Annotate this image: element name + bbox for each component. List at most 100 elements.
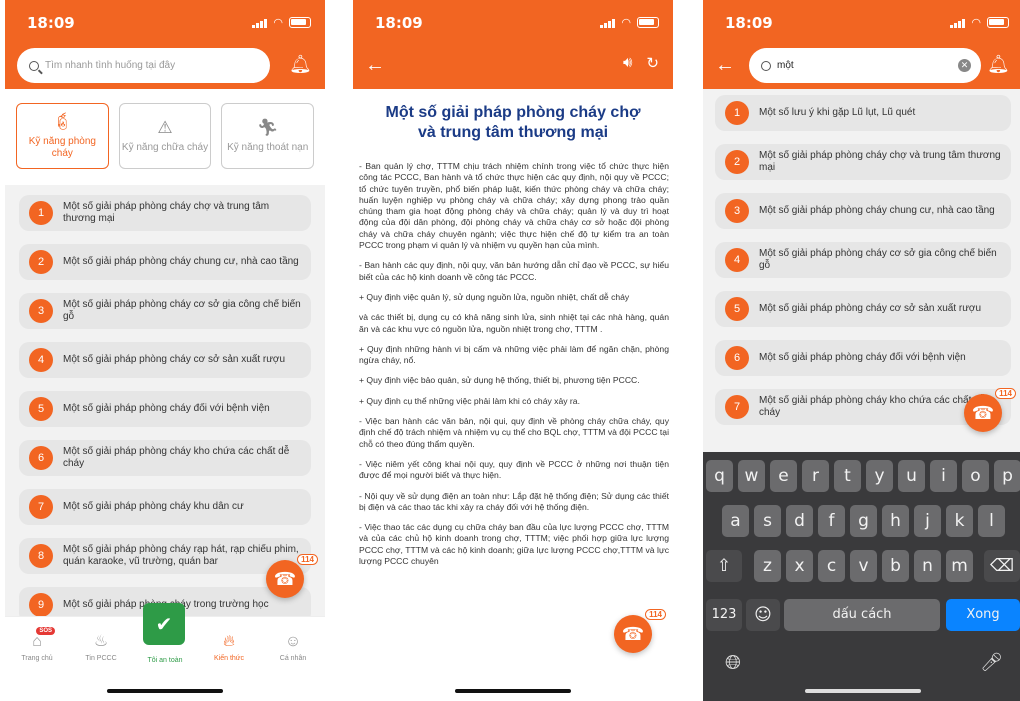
refresh-icon[interactable]: ↻ bbox=[646, 54, 659, 72]
skill-label: Kỹ năng chữa cháy bbox=[121, 141, 209, 153]
key[interactable]: k bbox=[946, 505, 973, 537]
list-item[interactable]: 1 Một số lưu ý khi gặp Lũ lụt, Lũ quét bbox=[715, 95, 1011, 131]
skill-label: Kỹ năng thoát nạn bbox=[227, 141, 309, 153]
key[interactable]: d bbox=[786, 505, 813, 537]
list-item[interactable]: 7 Một số giải pháp phòng cháy khu dân cư bbox=[19, 489, 311, 525]
search-placeholder: Tìm nhanh tình huống tại đây bbox=[45, 60, 176, 71]
status-icons: ◠ bbox=[252, 16, 311, 29]
list-item[interactable]: 2 Một số giải pháp phòng cháy chung cư, n… bbox=[19, 244, 311, 280]
running-person-icon: 🏃︎ bbox=[256, 117, 279, 137]
list-item[interactable]: 8 Một số giải pháp phòng cháy rạp hát, rạ… bbox=[19, 538, 311, 574]
status-time: 18:09 bbox=[27, 14, 75, 32]
list-item[interactable]: 3 Một số giải pháp phòng cháy chung cư, n… bbox=[715, 193, 1011, 229]
key[interactable]: e bbox=[770, 460, 797, 492]
back-arrow-icon[interactable]: ← bbox=[715, 52, 735, 78]
article-paragraph: và các thiết bị, dụng cụ có khả năng sin… bbox=[359, 312, 669, 334]
speaker-icon[interactable]: 🔊︎ bbox=[623, 54, 632, 72]
list-item[interactable]: 1 Một số giải pháp phòng cháy chợ và trun… bbox=[19, 195, 311, 231]
signal-icon bbox=[950, 18, 966, 28]
emergency-call-button[interactable]: ☎ 114 bbox=[614, 609, 666, 653]
item-text: Một số giải pháp phòng cháy đối với bệnh… bbox=[759, 352, 966, 363]
tab-safe[interactable]: Tôi an toàn bbox=[135, 657, 195, 664]
tab-news[interactable]: ♨ Tin PCCC bbox=[71, 631, 131, 662]
emergency-call-button[interactable]: ☎ 114 bbox=[266, 554, 318, 598]
list-item[interactable]: 5 Một số giải pháp phòng cháy đối với bện… bbox=[19, 391, 311, 427]
key[interactable]: s bbox=[754, 505, 781, 537]
skill-firefighting[interactable]: ⚠ Kỹ năng chữa cháy bbox=[118, 103, 212, 169]
list-item[interactable]: 4 Một số giải pháp phòng cháy cơ sở sản x… bbox=[19, 342, 311, 378]
search-input[interactable]: Tìm nhanh tình huống tại đây bbox=[17, 48, 270, 83]
search-results: 1 Một số lưu ý khi gặp Lũ lụt, Lũ quét 2M… bbox=[703, 89, 1020, 425]
item-number: 7 bbox=[29, 495, 53, 519]
tab-profile[interactable]: ☺ Cá nhân bbox=[263, 631, 323, 662]
key[interactable]: a bbox=[722, 505, 749, 537]
key[interactable]: o bbox=[962, 460, 989, 492]
item-number: 2 bbox=[725, 150, 749, 174]
key[interactable]: b bbox=[882, 550, 909, 582]
key[interactable]: w bbox=[738, 460, 765, 492]
key[interactable]: t bbox=[834, 460, 861, 492]
list-item[interactable]: 5 Một số giải pháp phòng cháy cơ sở sản x… bbox=[715, 291, 1011, 327]
key[interactable]: z bbox=[754, 550, 781, 582]
skill-fire-prevention[interactable]: 🧯︎ Kỹ năng phòng cháy bbox=[16, 103, 109, 169]
globe-icon[interactable]: 🌐︎ bbox=[725, 652, 741, 675]
tab-home[interactable]: ⌂ SOS Trang chủ bbox=[7, 627, 67, 662]
keyboard-row-4: 123 ☺ dấu cách Xong bbox=[703, 599, 1020, 631]
space-key[interactable]: dấu cách bbox=[784, 599, 940, 631]
key[interactable]: h bbox=[882, 505, 909, 537]
key[interactable]: i bbox=[930, 460, 957, 492]
list-item[interactable]: 2 Một số giải pháp phòng cháy chợ và trun… bbox=[715, 144, 1011, 180]
item-text: Một số giải pháp phòng cháy kho chứa các… bbox=[63, 446, 290, 469]
item-number: 5 bbox=[725, 297, 749, 321]
screen-skills-list: 18:09 ◠ Tìm nhanh tình huống tại đây 🔔︎ … bbox=[5, 0, 325, 701]
search-icon bbox=[761, 60, 771, 71]
key[interactable]: g bbox=[850, 505, 877, 537]
fire-icon: 🔥︎ bbox=[223, 633, 235, 650]
key[interactable]: v bbox=[850, 550, 877, 582]
key[interactable]: f bbox=[818, 505, 845, 537]
emergency-call-button[interactable]: ☎ 114 bbox=[964, 388, 1016, 432]
key[interactable]: j bbox=[914, 505, 941, 537]
key[interactable]: c bbox=[818, 550, 845, 582]
key[interactable]: r bbox=[802, 460, 829, 492]
key[interactable]: m bbox=[946, 550, 973, 582]
safe-button[interactable]: ✔ bbox=[143, 603, 185, 645]
list-item[interactable]: 3 Một số giải pháp phòng cháy cơ sở gia c… bbox=[19, 293, 311, 329]
key[interactable]: p bbox=[994, 460, 1020, 492]
clear-icon[interactable]: ✕ bbox=[958, 59, 971, 72]
home-indicator bbox=[107, 689, 223, 693]
item-text: Một số giải pháp phòng cháy đối với bệnh… bbox=[63, 403, 270, 414]
shield-check-icon: ✔ bbox=[155, 613, 173, 636]
article-actions: 🔊︎ ↻ bbox=[623, 54, 659, 72]
backspace-key-icon[interactable]: ⌫ bbox=[984, 550, 1020, 582]
bottom-tab-bar: ⌂ SOS Trang chủ ♨ Tin PCCC ✔ Tôi an toàn… bbox=[5, 603, 325, 701]
flame-icon: ♨ bbox=[93, 633, 109, 650]
bell-icon[interactable]: 🔔︎ bbox=[987, 53, 1010, 75]
microphone-icon[interactable]: 🎤︎ bbox=[980, 652, 1003, 673]
list-item[interactable]: 6 Một số giải pháp phòng cháy đối với bện… bbox=[715, 340, 1011, 376]
key[interactable]: x bbox=[786, 550, 813, 582]
numbers-key[interactable]: 123 bbox=[706, 599, 742, 631]
article-header: ← 🔊︎ ↻ bbox=[353, 44, 673, 89]
done-key[interactable]: Xong bbox=[946, 599, 1020, 631]
key[interactable]: q bbox=[706, 460, 733, 492]
key[interactable]: y bbox=[866, 460, 893, 492]
skill-escape[interactable]: 🏃︎ Kỹ năng thoát nạn bbox=[221, 103, 315, 169]
status-bar: 18:09 ◠ bbox=[703, 0, 1020, 44]
list-item[interactable]: 6 Một số giải pháp phòng cháy kho chứa cá… bbox=[19, 440, 311, 476]
key[interactable]: u bbox=[898, 460, 925, 492]
search-input[interactable]: một ✕ bbox=[749, 48, 981, 83]
key[interactable]: l bbox=[978, 505, 1005, 537]
item-number: 1 bbox=[725, 101, 749, 125]
search-icon bbox=[29, 60, 39, 71]
back-arrow-icon[interactable]: ← bbox=[365, 52, 385, 78]
list-item[interactable]: 4 Một số giải pháp phòng cháy cơ sở gia c… bbox=[715, 242, 1011, 278]
item-text: Một số giải pháp phòng cháy cơ sở sản xu… bbox=[63, 354, 286, 365]
key[interactable]: n bbox=[914, 550, 941, 582]
shift-key-icon[interactable]: ⇧ bbox=[706, 550, 742, 582]
article-paragraph: - Việc thao tác các dụng cụ chữa cháy ba… bbox=[359, 522, 669, 567]
article-title: Một số giải pháp phòng cháy chợ và trung… bbox=[385, 104, 641, 141]
tab-knowledge[interactable]: 🔥︎ Kiến thức bbox=[199, 631, 259, 662]
bell-icon[interactable]: 🔔︎ bbox=[289, 53, 312, 75]
emoji-key-icon[interactable]: ☺ bbox=[746, 599, 780, 631]
